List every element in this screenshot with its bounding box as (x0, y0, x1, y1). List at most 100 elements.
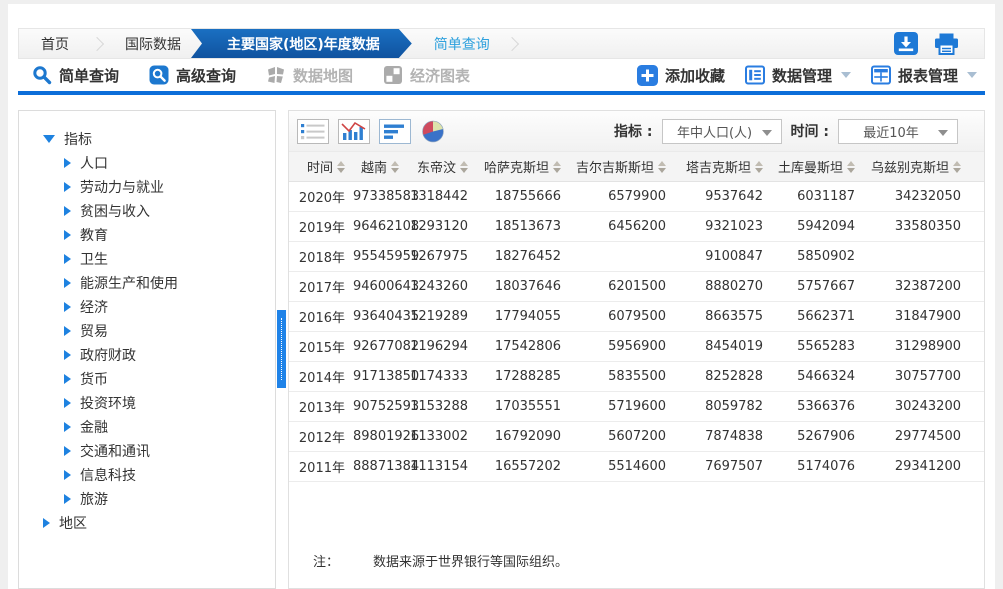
filler-cell (969, 212, 984, 242)
sidebar-item-0-4[interactable]: 卫生 (19, 247, 275, 271)
sidebar-item-0-9[interactable]: 货币 (19, 367, 275, 391)
row-year-cell: 2016年 (289, 302, 353, 332)
column-header-2[interactable]: 东帝汶 (407, 152, 476, 182)
sidebar-item-0-2[interactable]: 贫困与收入 (19, 199, 275, 223)
column-header-time[interactable]: 时间 (289, 152, 353, 182)
tree-expanded-icon (43, 135, 55, 143)
tree-item-label: 政府财政 (80, 345, 136, 365)
column-header-5[interactable]: 塔吉克斯坦 (674, 152, 771, 182)
print-icon (933, 32, 960, 56)
row-year-cell: 2019年 (289, 212, 353, 242)
report-manage-icon (871, 65, 891, 85)
data-cell: 89801926 (353, 422, 407, 452)
sidebar-item-0-11[interactable]: 金融 (19, 415, 275, 439)
data-cell: 6201500 (569, 272, 674, 302)
sort-icon[interactable] (460, 161, 468, 173)
table-row-2020年: 2020年97338583131844218755666657990095376… (289, 182, 984, 212)
tree-collapsed-icon (64, 182, 71, 192)
breadcrumb-tab-3[interactable]: 主要国家(地区)年度数据 (191, 29, 412, 58)
sidebar-item-0-8[interactable]: 政府财政 (19, 343, 275, 367)
download-button[interactable] (894, 32, 918, 55)
add-favorite-button[interactable]: 添加收藏 (637, 65, 725, 86)
bar-view-button[interactable] (379, 119, 411, 144)
data-cell: 7874838 (674, 422, 771, 452)
sidebar-item-0-5[interactable]: 能源生产和使用 (19, 271, 275, 295)
row-year-cell: 2015年 (289, 332, 353, 362)
data-cell: 1267975 (407, 242, 476, 272)
tree-node-地区[interactable]: 地区 (19, 511, 275, 535)
data-cell: 5719600 (569, 392, 674, 422)
tree-node-指标[interactable]: 指标 (19, 127, 275, 151)
sidebar-item-0-12[interactable]: 交通和通讯 (19, 439, 275, 463)
data-cell: 18276452 (476, 242, 569, 272)
view-bar: 指标 : 年中人口(人) 时间 : 最近10年 (289, 111, 984, 151)
sidebar-item-0-13[interactable]: 信息科技 (19, 463, 275, 487)
pie-view-button[interactable] (420, 119, 446, 144)
data-cell: 6456200 (569, 212, 674, 242)
column-header-inner: 时间 (289, 157, 353, 176)
print-button[interactable] (933, 32, 960, 56)
sidebar-item-0-14[interactable]: 旅游 (19, 487, 275, 511)
sidebar-item-0-10[interactable]: 投资环境 (19, 391, 275, 415)
data-table: 时间越南东帝汶哈萨克斯坦吉尔吉斯斯坦 塔吉克斯坦土库曼斯坦乌兹别克斯坦 2020年… (289, 151, 984, 482)
time-label: 时间 : (791, 121, 829, 141)
sort-icon[interactable] (337, 161, 345, 173)
sort-icon[interactable] (953, 161, 961, 173)
table-row-2016年: 2016年93640435121928917794055607950086635… (289, 302, 984, 332)
data-cell: 1293120 (407, 212, 476, 242)
breadcrumb-tab-4[interactable]: 简单查询 (412, 29, 506, 58)
chevron-down-icon (841, 72, 851, 78)
data-cell: 5514600 (569, 452, 674, 482)
sort-icon[interactable] (658, 161, 666, 173)
column-header-7[interactable]: 乌兹别克斯坦 (863, 152, 969, 182)
sort-icon[interactable] (847, 161, 855, 173)
sort-icon[interactable] (755, 161, 763, 173)
tree-item-label: 卫生 (80, 249, 108, 269)
advanced-query-button[interactable]: 高级查询 (149, 65, 236, 86)
sidebar-item-0-0[interactable]: 人口 (19, 151, 275, 175)
indicator-select[interactable]: 年中人口(人) (662, 119, 782, 144)
tree-collapsed-icon (64, 494, 71, 504)
bar-view-icon (379, 119, 411, 144)
column-header-1[interactable]: 越南 (353, 152, 407, 182)
sort-desc-icon (337, 168, 345, 173)
column-header-4[interactable]: 吉尔吉斯斯坦 (569, 152, 674, 182)
column-header-label: 吉尔吉斯斯坦 (576, 157, 654, 176)
advanced-search-icon (149, 65, 169, 85)
breadcrumb-tab-1[interactable]: 首页 (19, 29, 91, 58)
data-cell (863, 242, 969, 272)
sort-icon[interactable] (391, 161, 399, 173)
data-cell: 9321023 (674, 212, 771, 242)
breadcrumb-tab-2[interactable]: 国际数据 (103, 29, 203, 58)
column-header-filler (969, 152, 984, 182)
sort-asc-icon (658, 161, 666, 166)
row-year-cell: 2020年 (289, 182, 353, 212)
tree-collapsed-icon (64, 302, 71, 312)
sidebar-item-0-6[interactable]: 经济 (19, 295, 275, 319)
column-header-3[interactable]: 哈萨克斯坦 (476, 152, 569, 182)
sidebar-item-0-1[interactable]: 劳动力与就业 (19, 175, 275, 199)
filler-cell (969, 242, 984, 272)
report-manage-button[interactable]: 报表管理 (871, 65, 977, 86)
data-cell: 5565283 (771, 332, 863, 362)
panel-resize-handle[interactable] (277, 310, 286, 388)
row-year-cell: 2012年 (289, 422, 353, 452)
list-view-button[interactable] (297, 119, 329, 144)
tree-item-label: 教育 (80, 225, 108, 245)
column-header-inner: 哈萨克斯坦 (476, 157, 569, 176)
sidebar-item-0-7[interactable]: 贸易 (19, 319, 275, 343)
simple-query-button[interactable]: 简单查询 (32, 65, 119, 86)
chevron-down-icon (967, 72, 977, 78)
data-cell: 1113154 (407, 452, 476, 482)
table-row-2018年: 2018年95545959126797518276452910084758509… (289, 242, 984, 272)
tree-collapsed-icon (64, 470, 71, 480)
time-select[interactable]: 最近10年 (838, 119, 958, 144)
pie-view-icon (420, 119, 446, 144)
note-label: 注： (313, 555, 339, 570)
column-header-6[interactable]: 土库曼斯坦 (771, 152, 863, 182)
sidebar-item-0-3[interactable]: 教育 (19, 223, 275, 247)
chart-view-button[interactable] (338, 119, 370, 144)
sort-icon[interactable] (553, 161, 561, 173)
filler-cell (969, 362, 984, 392)
data-manage-button[interactable]: 数据管理 (745, 65, 851, 86)
